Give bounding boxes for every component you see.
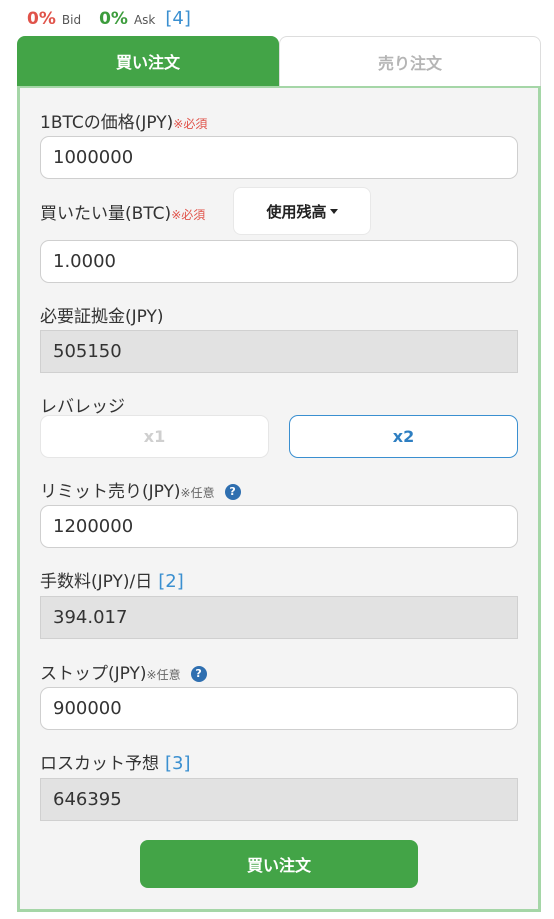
losscut-label-text: ロスカット予想 bbox=[40, 754, 159, 774]
amount-label: 買いたい量(BTC)※必須 bbox=[40, 199, 205, 224]
order-tabs: 買い注文 売り注文 bbox=[17, 36, 541, 86]
amount-input-value: 1.0000 bbox=[53, 251, 116, 272]
price-label-text: 1BTCの価格(JPY) bbox=[40, 113, 174, 133]
question-circle-icon[interactable]: ? bbox=[190, 665, 207, 682]
use-balance-label: 使用残高 bbox=[266, 202, 327, 221]
fee-label-text: 手数料(JPY)/日 bbox=[40, 572, 153, 592]
limit-sell-input[interactable]: 1200000 bbox=[40, 505, 518, 548]
ask-percent: 0% bbox=[99, 9, 128, 29]
losscut-readonly-field: 646395 bbox=[40, 778, 518, 821]
price-label: 1BTCの価格(JPY)※必須 bbox=[40, 108, 207, 133]
limit-label-text: リミット売り(JPY) bbox=[40, 482, 181, 502]
price-required-mark: ※必須 bbox=[173, 117, 208, 131]
stop-input[interactable]: 900000 bbox=[40, 687, 518, 730]
caret-down-icon bbox=[329, 208, 338, 214]
margin-label: 必要証拠金(JPY) bbox=[40, 307, 164, 327]
stop-value: 900000 bbox=[53, 698, 122, 719]
leverage-label: レバレッジ bbox=[40, 397, 125, 417]
use-balance-button[interactable]: 使用残高 bbox=[233, 187, 371, 235]
amount-required-mark: ※必須 bbox=[171, 208, 206, 222]
limit-label: リミット売り(JPY)※任意? bbox=[40, 477, 241, 502]
price-input-value: 1000000 bbox=[53, 147, 134, 168]
margin-readonly-field: 505150 bbox=[40, 330, 518, 373]
fee-reference-link[interactable]: [2] bbox=[158, 571, 184, 592]
tab-buy-order[interactable]: 買い注文 bbox=[17, 36, 279, 86]
losscut-value: 646395 bbox=[53, 789, 122, 810]
stop-label-text: ストップ(JPY) bbox=[40, 664, 147, 684]
question-circle-icon[interactable]: ? bbox=[224, 483, 241, 500]
tab-sell-order[interactable]: 売り注文 bbox=[279, 36, 541, 86]
buy-order-submit-button[interactable]: 買い注文 bbox=[140, 840, 418, 888]
stop-optional-mark: ※任意 bbox=[146, 668, 181, 682]
bid-label: Bid bbox=[61, 13, 82, 27]
ask-label: Ask bbox=[133, 13, 156, 27]
margin-value: 505150 bbox=[53, 341, 122, 362]
losscut-label: ロスカット予想 [3] bbox=[40, 749, 191, 774]
leverage-x2-button[interactable]: x2 bbox=[289, 415, 518, 458]
ticker-bar: 0% Bid 0% Ask [4] bbox=[27, 8, 191, 34]
limit-sell-value: 1200000 bbox=[53, 516, 134, 537]
ticker-reference-link[interactable]: [4] bbox=[165, 8, 191, 29]
bid-percent: 0% bbox=[27, 9, 56, 29]
fee-value: 394.017 bbox=[53, 607, 128, 628]
amount-input[interactable]: 1.0000 bbox=[40, 240, 518, 283]
fee-label: 手数料(JPY)/日 [2] bbox=[40, 567, 184, 592]
fee-readonly-field: 394.017 bbox=[40, 596, 518, 639]
leverage-x1-button[interactable]: x1 bbox=[40, 415, 269, 458]
limit-optional-mark: ※任意 bbox=[180, 486, 215, 500]
losscut-reference-link[interactable]: [3] bbox=[165, 753, 191, 774]
stop-label: ストップ(JPY)※任意? bbox=[40, 659, 207, 684]
price-input[interactable]: 1000000 bbox=[40, 136, 518, 179]
amount-label-text: 買いたい量(BTC) bbox=[40, 204, 172, 224]
